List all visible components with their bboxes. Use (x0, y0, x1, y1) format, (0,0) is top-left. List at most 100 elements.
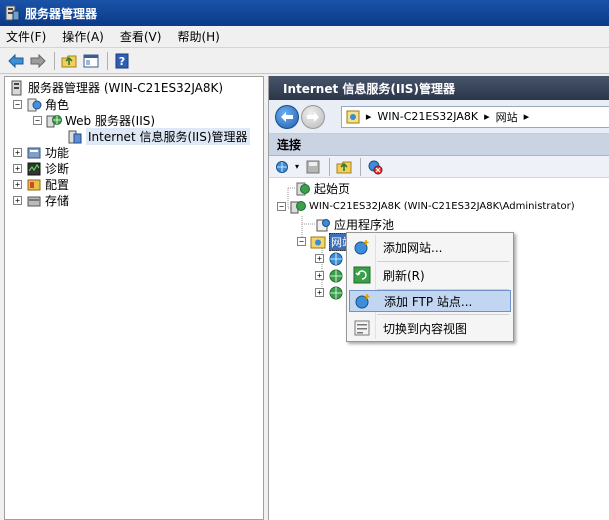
tree-label: 存储 (45, 194, 70, 208)
iis-forward-button[interactable] (300, 104, 325, 129)
address-breadcrumb[interactable]: ▸ WIN-C21ES32JA8K ▸ 网站 ▸ (340, 105, 609, 128)
tree-item-web-server[interactable]: − Web 服务器(IIS) (33, 112, 155, 129)
tree-item-app-pools[interactable]: 应用程序池 (315, 216, 394, 233)
content-view-icon (354, 320, 370, 336)
window-title: 服务器管理器 (25, 6, 98, 21)
menu-item-label: 刷新(R) (383, 268, 425, 283)
up-folder-icon (61, 55, 77, 67)
sites-folder-icon (310, 236, 326, 248)
toolbar-separator (107, 51, 108, 70)
server-icon (11, 80, 22, 95)
site-globe-icon (329, 269, 343, 282)
up-folder-icon (336, 161, 352, 173)
chevron-right-icon: ▸ (365, 110, 372, 123)
add-ftp-site-icon (355, 294, 370, 309)
tree-item-server-manager[interactable]: 服务器管理器 (WIN-C21ES32JA8K) (9, 79, 223, 96)
breadcrumb-machine[interactable]: WIN-C21ES32JA8K (377, 110, 478, 123)
back-button[interactable] (6, 51, 26, 71)
tree-item-iis-manager[interactable]: Internet 信息服务(IIS)管理器 (67, 128, 250, 145)
save-connections-button[interactable] (303, 157, 323, 177)
disconnect-button[interactable] (365, 157, 385, 177)
forward-button[interactable] (28, 51, 48, 71)
help-icon: ? (115, 53, 129, 68)
disconnect-icon (368, 160, 383, 174)
tree-item-configuration[interactable]: + 配置 (13, 176, 69, 193)
menu-item-label: 添加 FTP 站点... (384, 294, 473, 309)
menu-item-add-website[interactable]: 添加网站... (349, 235, 511, 259)
collapse-toggle[interactable]: − (33, 116, 42, 125)
expand-toggle[interactable]: + (13, 180, 22, 189)
address-bar: ▸ WIN-C21ES32JA8K ▸ 网站 ▸ (269, 100, 609, 134)
main-toolbar: ? (0, 48, 609, 74)
forward-arrow-icon (306, 111, 319, 122)
collapse-toggle[interactable]: − (297, 237, 306, 246)
menu-item-add-ftp-site[interactable]: 添加 FTP 站点... (349, 290, 511, 312)
collapse-toggle[interactable]: − (13, 100, 22, 109)
tree-item-site[interactable]: + (315, 267, 347, 284)
save-icon (306, 160, 320, 173)
chevron-down-icon[interactable]: ▾ (295, 162, 299, 171)
tree-label: 功能 (45, 146, 70, 160)
site-globe-icon (329, 286, 343, 299)
menu-separator (377, 314, 509, 315)
tree-label: 诊断 (45, 162, 70, 176)
refresh-icon (353, 266, 371, 284)
diagnostics-icon (27, 162, 41, 175)
tree-label: 起始页 (314, 182, 351, 196)
chevron-right-icon: ▸ (484, 110, 490, 123)
pane-header: Internet 信息服务(IIS)管理器 (269, 76, 609, 100)
tree-label: WIN-C21ES32JA8K (WIN-C21ES32JA8K\Adminis… (309, 201, 575, 212)
storage-icon (27, 196, 41, 206)
back-arrow-icon (8, 53, 24, 68)
menu-help[interactable]: 帮助(H) (177, 28, 219, 45)
tree-item-features[interactable]: + 功能 (13, 144, 69, 161)
tree-label: 配置 (45, 178, 70, 192)
menu-separator (377, 261, 509, 262)
tree-item-start-page[interactable]: 起始页 (295, 180, 350, 197)
expand-toggle[interactable]: + (13, 164, 22, 173)
tree-item-site[interactable]: + (315, 284, 347, 301)
roles-icon (27, 98, 42, 111)
up-folder-button[interactable] (59, 51, 79, 71)
forward-arrow-icon (30, 53, 46, 68)
menu-file[interactable]: 文件(F) (6, 28, 46, 45)
menu-view[interactable]: 查看(V) (120, 28, 162, 45)
start-page-icon (296, 182, 310, 195)
console-tree: 服务器管理器 (WIN-C21ES32JA8K) − 角色 − Web 服务器(… (4, 76, 264, 520)
add-website-icon (354, 240, 369, 255)
menu-item-refresh[interactable]: 刷新(R) (349, 263, 511, 287)
toolbar-separator (360, 157, 362, 176)
menu-item-switch-to-content-view[interactable]: 切换到内容视图 (349, 316, 511, 340)
iis-back-button[interactable] (275, 104, 299, 129)
svg-text:?: ? (119, 55, 125, 68)
title-bar: 服务器管理器 (0, 0, 609, 26)
expand-toggle[interactable]: + (315, 254, 324, 263)
expand-toggle[interactable]: + (315, 288, 324, 297)
tree-item-roles[interactable]: − 角色 (13, 96, 69, 113)
up-level-button[interactable] (334, 157, 354, 177)
connect-button[interactable] (273, 157, 293, 177)
chevron-right-icon: ▸ (523, 110, 530, 123)
expand-toggle[interactable]: + (13, 196, 22, 205)
app-pool-icon (316, 218, 330, 231)
tree-item-diagnostics[interactable]: + 诊断 (13, 160, 69, 177)
collapse-toggle[interactable]: − (277, 202, 286, 211)
connect-globe-icon (276, 160, 288, 173)
page-icon (346, 110, 360, 123)
connections-tree: 起始页 − WIN-C21ES32JA8K (WIN-C21ES32JA8K\A… (269, 178, 609, 520)
connections-toolbar: ▾ (269, 156, 609, 178)
expand-toggle[interactable]: + (315, 271, 324, 280)
show-hide-console-button[interactable] (81, 51, 101, 71)
menu-action[interactable]: 操作(A) (62, 28, 104, 45)
breadcrumb-sites[interactable]: 网站 (496, 109, 518, 125)
tree-label: Web 服务器(IIS) (65, 114, 156, 128)
expand-toggle[interactable]: + (13, 148, 22, 157)
tree-label: 应用程序池 (334, 218, 395, 232)
help-button[interactable]: ? (112, 51, 132, 71)
tree-item-site[interactable]: + (315, 250, 347, 267)
tree-item-storage[interactable]: + 存储 (13, 192, 69, 209)
iis-manager-icon (68, 130, 82, 143)
context-menu: 添加网站... 刷新(R) 添加 FTP 站点... 切换到内容视图 (346, 232, 514, 342)
tree-item-server[interactable]: − WIN-C21ES32JA8K (WIN-C21ES32JA8K\Admin… (277, 198, 575, 215)
menu-item-label: 切换到内容视图 (383, 321, 468, 336)
